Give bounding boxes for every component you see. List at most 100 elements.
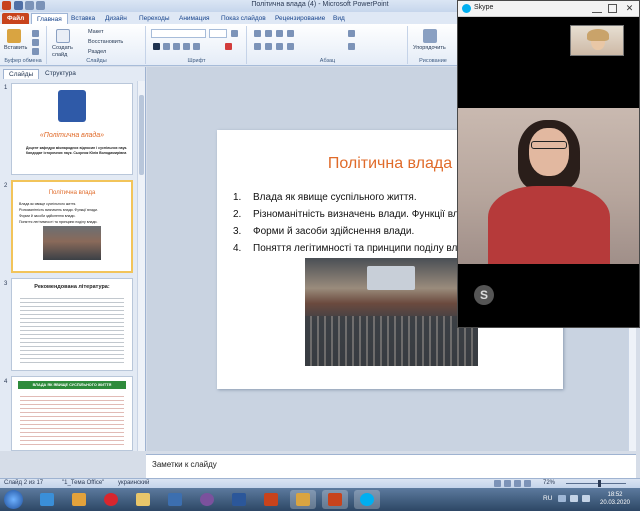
taskbar-powerpoint[interactable] [322,490,348,509]
cut-icon[interactable] [32,30,39,37]
bullet-number: 3. [233,226,242,237]
font-size-select[interactable] [209,29,227,38]
align-text-icon[interactable] [348,43,355,50]
taskbar-viber[interactable] [194,490,220,509]
scrollbar-thumb[interactable] [139,95,144,175]
taskbar-media[interactable] [66,490,92,509]
tab-slideshow[interactable]: Показ слайдов [216,13,271,24]
bullet-text: Влада як явище суспільного життя. [253,192,417,203]
font-name-select[interactable] [151,29,206,38]
tab-view[interactable]: Вид [328,13,350,24]
start-button-icon[interactable] [4,490,23,509]
align-right-icon[interactable] [276,43,283,50]
slide-thumbnail-4[interactable]: ВЛАДА ЯК ЯВИЩЕ СУСПІЛЬНОГО ЖИТТЯ [11,376,133,451]
slides-panel: Слайды Структура 1 «Політична влада» Доц… [0,67,146,451]
increase-indent-icon[interactable] [287,30,294,37]
taskbar-skype[interactable] [354,490,380,509]
slides-panel-scrollbar[interactable] [137,81,145,451]
taskbar-video[interactable] [162,490,188,509]
skype-title-bar: Skype ✕ [458,1,639,17]
zoom-level[interactable]: 72% [543,480,555,486]
slide-bullet-3[interactable]: 3. Форми й засоби здійснення влади. [233,226,414,237]
taskbar-word[interactable] [226,490,252,509]
slide-bullet-1[interactable]: 1. Влада як явище суспільного життя. [233,192,417,203]
slide-thumbnail-2[interactable]: Політична влада Влада як явище суспільно… [11,180,133,273]
slide-bullet-4[interactable]: 4. Поняття легітимності та принципи поділ… [233,243,477,254]
tab-insert[interactable]: Вставка [66,13,100,24]
taskbar-files[interactable] [290,490,316,509]
strikethrough-icon[interactable] [183,43,190,50]
tab-home[interactable]: Главная [31,13,68,24]
decrease-indent-icon[interactable] [276,30,283,37]
taskbar-powerpoint-alt[interactable] [258,490,284,509]
format-painter-icon[interactable] [32,48,39,55]
taskbar-opera[interactable] [98,490,124,509]
tray-arrow-icon[interactable] [558,495,566,502]
tab-transitions[interactable]: Переходы [134,13,175,24]
justify-icon[interactable] [287,43,294,50]
tab-review[interactable]: Рецензирование [270,13,330,24]
align-left-icon[interactable] [254,43,261,50]
taskbar-explorer[interactable] [130,490,156,509]
network-icon[interactable] [570,495,578,502]
drawing-group: Упорядочить Рисование [409,26,457,64]
grow-font-icon[interactable] [231,30,238,37]
section-button[interactable]: Раздел [88,49,106,55]
zoom-slider[interactable] [566,483,626,484]
italic-icon[interactable] [163,43,170,50]
remote-shirt [488,186,610,264]
reset-button[interactable]: Восстановить [88,39,123,45]
normal-view-icon[interactable] [494,480,501,487]
taskbar-ie[interactable] [34,490,60,509]
bullets-icon[interactable] [254,30,261,37]
text-direction-icon[interactable] [348,30,355,37]
tab-slides[interactable]: Слайды [3,69,40,79]
input-language[interactable]: RU [543,495,552,502]
font-color-icon[interactable] [225,43,232,50]
zoom-slider-handle[interactable] [598,480,601,487]
arrange-button[interactable]: Упорядочить [413,45,446,51]
copy-icon[interactable] [32,39,39,46]
skype-window[interactable]: Skype ✕ S [457,0,640,328]
photo-map-detail [367,266,415,290]
skype-icon [462,4,471,13]
notes-placeholder: Заметки к слайду [152,460,217,469]
remote-glasses [531,141,567,149]
remote-video[interactable] [458,108,639,264]
layout-button[interactable]: Макет [88,29,104,35]
shadow-icon[interactable] [193,43,200,50]
slide-sorter-icon[interactable] [504,480,511,487]
powerpoint-icon [264,493,278,506]
bold-icon[interactable] [153,43,160,50]
redo-icon[interactable] [36,1,45,10]
word-icon [232,493,246,506]
slide-bullet-2[interactable]: 2. Різноманітність визначень влади. Функц… [233,209,478,220]
slideshow-view-icon[interactable] [524,480,531,487]
align-center-icon[interactable] [265,43,272,50]
save-icon[interactable] [14,1,23,10]
tab-design[interactable]: Дизайн [100,13,132,24]
parliament-photo[interactable] [305,258,478,366]
paste-button[interactable]: Вставить [4,45,27,51]
slide-number-1: 1 [4,85,8,91]
language-indicator[interactable]: украинский [118,480,149,486]
numbering-icon[interactable] [265,30,272,37]
slide-thumbnail-3[interactable]: Рекомендована література: [11,278,133,371]
new-slide-button[interactable]: Создать слайд [52,45,82,59]
underline-icon[interactable] [173,43,180,50]
undo-icon[interactable] [25,1,34,10]
clock[interactable]: 18:52 20.03.2020 [597,491,633,507]
slide-thumbnail-1[interactable]: «Політична влада» Доцент кафедри міжнаро… [11,83,133,175]
paragraph-group-label: Абзац [319,58,336,64]
archive-icon [296,493,310,506]
tab-animation[interactable]: Анимация [174,13,215,24]
close-icon[interactable]: ✕ [624,3,635,14]
self-video-preview[interactable] [570,25,624,56]
notes-pane[interactable]: Заметки к слайду [146,454,636,478]
maximize-icon[interactable] [608,4,617,13]
tab-file[interactable]: Файл [2,13,30,24]
volume-icon[interactable] [582,495,590,502]
minimize-icon[interactable] [592,4,602,13]
tab-outline[interactable]: Структура [40,69,81,79]
reading-view-icon[interactable] [514,480,521,487]
